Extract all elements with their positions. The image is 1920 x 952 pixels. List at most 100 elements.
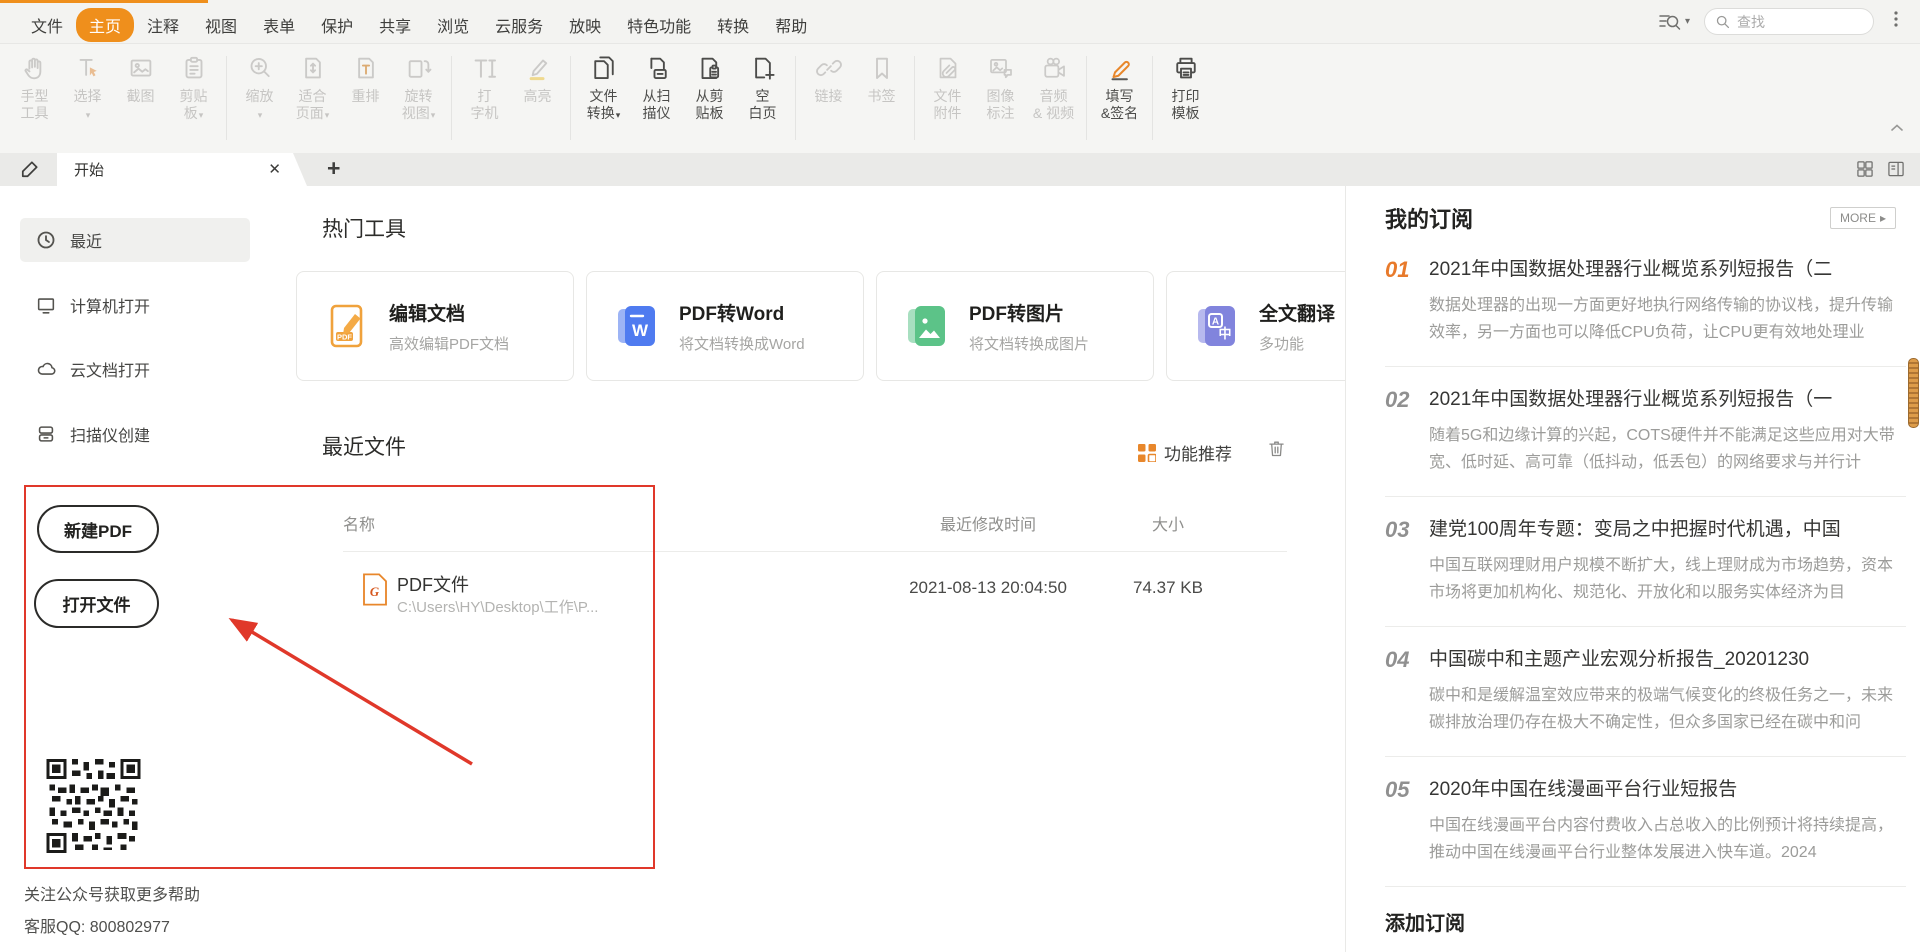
ribbon-audio-video[interactable]: 音频 & 视频 (1027, 53, 1080, 122)
menu-item-form[interactable]: 表单 (250, 8, 308, 42)
sidebar-item-label: 最近 (70, 228, 102, 252)
ribbon-from-clipboard[interactable]: 从剪 贴板 (683, 53, 736, 122)
sidebar-item-label: 扫描仪创建 (70, 422, 150, 446)
subscription-item[interactable]: 02 2021年中国数据处理器行业概览系列短报告（一 随着5G和边缘计算的兴起，… (1385, 387, 1906, 476)
ribbon-hand-tool[interactable]: 手型 工具 (8, 53, 61, 122)
collapse-ribbon-button[interactable] (1890, 120, 1904, 138)
ribbon-reflow[interactable]: 重排 (339, 53, 392, 122)
ribbon-label: 页面 (296, 105, 324, 121)
ribbon-fill-sign[interactable]: 填写 &签名 (1093, 53, 1146, 122)
sidebar-item-label: 计算机打开 (70, 293, 150, 317)
edit-pencil-icon[interactable] (18, 158, 41, 186)
svg-text:A: A (1212, 317, 1219, 328)
card-desc: 将文档转换成Word (679, 333, 805, 354)
card-pdf-to-word[interactable]: W PDF转Word 将文档转换成Word (586, 271, 864, 381)
ribbon-zoom[interactable]: 缩放 ▾ (233, 53, 286, 122)
subscription-item[interactable]: 05 2020年中国在线漫画平台行业短报告 中国在线漫画平台内容付费收入占总收入… (1385, 777, 1906, 866)
clear-recent-button[interactable] (1266, 438, 1287, 464)
ribbon-label: 板 (184, 105, 198, 121)
grid-view-icon[interactable] (1855, 159, 1875, 179)
start-page: 最近 计算机打开 云文档打开 扫描仪创建 新建PDF 打开文件 (0, 186, 1920, 952)
chevron-down-icon: ▾ (431, 110, 436, 120)
qr-code (44, 759, 143, 853)
menu-item-cloud-service[interactable]: 云服务 (482, 8, 556, 42)
card-edit-document[interactable]: PDF 编辑文档 高效编辑PDF文档 (296, 271, 574, 381)
menu-item-comment[interactable]: 注释 (134, 8, 192, 42)
ribbon-label: 图像 (987, 88, 1015, 104)
ribbon-bookmark[interactable]: 书签 (855, 53, 908, 122)
card-pdf-to-image[interactable]: PDF转图片 将文档转换成图片 (876, 271, 1154, 381)
new-tab-button[interactable]: + (327, 155, 340, 182)
recent-file-row[interactable]: G PDF文件 C:\Users\HY\Desktop\工作\P... 2021… (343, 565, 1345, 627)
menu-item-featured[interactable]: 特色功能 (614, 8, 704, 42)
scrollbar-thumb[interactable] (1908, 358, 1919, 428)
menu-item-share[interactable]: 共享 (366, 8, 424, 42)
more-label: MORE (1840, 211, 1876, 225)
svg-text:G: G (370, 585, 380, 599)
ribbon-image-annotation[interactable]: 图像 标注 (974, 53, 1027, 122)
advanced-find-button[interactable]: ▾ (1658, 12, 1690, 32)
sidebar-item-recent[interactable]: 最近 (20, 218, 250, 262)
computer-icon (35, 294, 57, 316)
ribbon-label: &签名 (1101, 105, 1138, 121)
menu-item-convert[interactable]: 转换 (704, 8, 762, 42)
menu-bar: 文件 主页 注释 视图 表单 保护 共享 浏览 云服务 放映 特色功能 转换 帮… (0, 0, 1920, 44)
ribbon-file-attachment[interactable]: 文件 附件 (921, 53, 974, 122)
select-tool-icon (73, 53, 103, 83)
add-subscription-button[interactable]: 添加订阅 (1385, 907, 1906, 936)
ribbon-select[interactable]: 选择 ▾ (61, 53, 114, 122)
zoom-icon (245, 53, 275, 83)
close-tab-icon[interactable]: ✕ (268, 160, 281, 178)
chevron-down-icon: ▾ (86, 110, 91, 120)
kebab-menu-icon (1888, 10, 1904, 28)
subscription-item[interactable]: 03 建党100周年专题：变局之中把握时代机遇，中国 中国互联网理财用户规模不断… (1385, 517, 1906, 606)
ribbon-from-scanner[interactable]: 从扫 描仪 (630, 53, 683, 122)
sidebar-item-create-scanner[interactable]: 扫描仪创建 (20, 412, 250, 456)
search-input[interactable] (1737, 14, 1862, 30)
more-button[interactable]: MORE ▸ (1830, 207, 1896, 229)
menu-item-slideshow[interactable]: 放映 (556, 8, 614, 42)
ribbon-label: 打 (478, 88, 492, 104)
file-attachment-icon (933, 53, 963, 83)
ribbon-blank-page[interactable]: 空 白页 (736, 53, 789, 122)
translate-icon: A中 (1194, 302, 1242, 350)
subscription-rank: 05 (1385, 777, 1415, 866)
ribbon-label: 缩放 (246, 88, 274, 104)
file-size: 74.37 KB (1088, 578, 1248, 598)
subscription-item[interactable]: 04 中国碳中和主题产业宏观分析报告_20201230 碳中和是缓解温室效应带来… (1385, 647, 1906, 736)
menu-item-browse[interactable]: 浏览 (424, 8, 482, 42)
feature-recommend-button[interactable]: 功能推荐 (1138, 440, 1232, 465)
ribbon-label: 文件 (934, 88, 962, 104)
ribbon-file-convert[interactable]: 文件 转换▾ (577, 53, 630, 122)
subscription-rank: 01 (1385, 257, 1415, 346)
feature-recommend-label: 功能推荐 (1164, 440, 1232, 465)
ribbon-typewriter[interactable]: 打 字机 (458, 53, 511, 122)
document-tab-bar: 开始 ✕ + (0, 153, 1920, 186)
more-options-button[interactable] (1888, 10, 1904, 33)
scanner-icon (35, 423, 57, 445)
menu-item-file[interactable]: 文件 (18, 8, 76, 42)
subscription-item[interactable]: 01 2021年中国数据处理器行业概览系列短报告（二 数据处理器的出现一方面更好… (1385, 257, 1906, 346)
sidebar-item-open-cloud[interactable]: 云文档打开 (20, 347, 250, 391)
ribbon-clipboard[interactable]: 剪贴 板▾ (167, 53, 220, 122)
ribbon-fit-page[interactable]: 适合 页面▾ (286, 53, 339, 122)
menu-item-help[interactable]: 帮助 (762, 8, 820, 42)
ribbon-print-template[interactable]: 打印 模板 (1159, 53, 1212, 122)
ribbon-divider (451, 56, 452, 140)
sidebar-item-open-computer[interactable]: 计算机打开 (20, 283, 250, 327)
ribbon-rotate-view[interactable]: 旋转 视图▾ (392, 53, 445, 122)
new-pdf-button[interactable]: 新建PDF (37, 505, 159, 553)
ribbon-highlight[interactable]: 高亮 (511, 53, 564, 122)
open-file-button[interactable]: 打开文件 (34, 579, 159, 628)
typewriter-icon (470, 53, 500, 83)
ribbon-label: 打印 (1172, 88, 1200, 104)
ribbon-snapshot[interactable]: 截图 (114, 53, 167, 122)
card-full-text-translate[interactable]: A中 全文翻译 多功能 (1166, 271, 1345, 381)
menu-item-home[interactable]: 主页 (76, 8, 134, 42)
menu-item-protect[interactable]: 保护 (308, 8, 366, 42)
ribbon-label: 文件 (590, 88, 618, 104)
reading-layout-icon[interactable] (1886, 159, 1906, 179)
ribbon-link[interactable]: 链接 (802, 53, 855, 122)
tab-start[interactable]: 开始 ✕ (57, 153, 307, 186)
menu-item-view[interactable]: 视图 (192, 8, 250, 42)
